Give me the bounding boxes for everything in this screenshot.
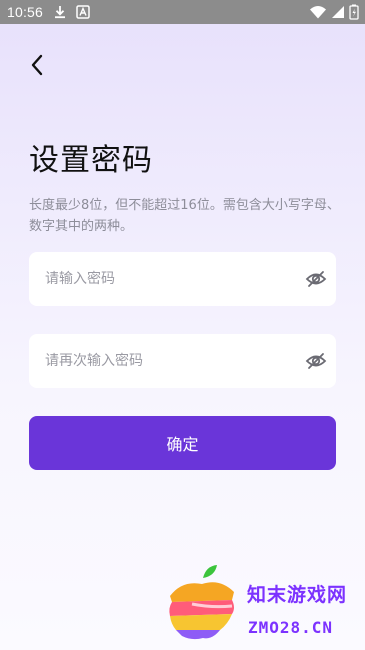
password-rule-hint: 长度最少8位，但不能超过16位。需包含大小写字母、数字其中的两种。: [29, 198, 340, 234]
apple-logo-icon: [162, 562, 244, 644]
page-title: 设置密码: [29, 143, 153, 178]
app-notification-icon: [75, 4, 91, 20]
signal-icon: [330, 4, 346, 20]
eye-off-icon[interactable]: [305, 268, 327, 290]
eye-off-icon[interactable]: [305, 350, 327, 372]
confirm-password-field: [29, 334, 336, 388]
battery-icon: [349, 4, 359, 20]
watermark-url: ZMO28.CN: [248, 618, 334, 637]
back-button[interactable]: [22, 52, 52, 82]
confirm-button[interactable]: 确定: [29, 416, 336, 470]
download-icon: [52, 4, 68, 20]
confirm-password-input[interactable]: [45, 334, 295, 388]
chevron-left-icon: [30, 54, 44, 80]
watermark-name: 知末游戏网: [247, 584, 348, 606]
status-time: 10:56: [7, 4, 44, 20]
wifi-icon: [309, 4, 327, 20]
password-field: [29, 252, 336, 306]
status-bar: 10:56: [0, 0, 365, 24]
password-input[interactable]: [45, 252, 295, 306]
